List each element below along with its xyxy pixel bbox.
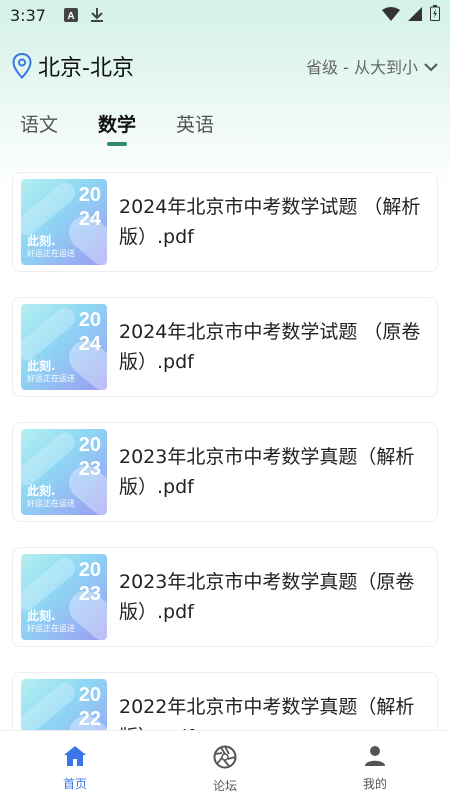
thumbnail-year: 20 23 — [78, 559, 101, 605]
download-icon — [90, 7, 104, 23]
status-time: 3:37 — [10, 5, 46, 25]
sort-label: 省级 - 从大到小 — [306, 58, 418, 77]
tab-chinese[interactable]: 语文 — [20, 110, 58, 150]
tab-label: 英语 — [176, 114, 215, 136]
font-app-notification-icon: A — [63, 8, 78, 22]
nav-item-profile[interactable]: 我的 — [300, 731, 450, 800]
thumbnail-year: 20 24 — [78, 309, 101, 355]
chevron-down-icon — [424, 57, 438, 76]
nav-label: 论坛 — [212, 779, 237, 793]
list-item[interactable]: 20 23 此刻. 好运正在运送 2023年北京市中考数学真题（原卷版）.pdf — [12, 547, 438, 647]
file-thumbnail: 20 24 此刻. 好运正在运送 — [21, 179, 107, 265]
location-header: 北京-北京 省级 - 从大到小 — [0, 46, 450, 86]
nav-item-home[interactable]: 首页 — [0, 731, 150, 800]
thumbnail-slogan: 此刻. — [27, 234, 56, 248]
thumbnail-slogan: 此刻. — [27, 359, 56, 373]
file-thumbnail: 20 23 此刻. 好运正在运送 — [21, 429, 107, 515]
thumbnail-subtext: 好运正在运送 — [27, 624, 75, 633]
aperture-icon — [213, 745, 237, 773]
home-icon — [63, 745, 87, 771]
thumbnail-year: 20 22 — [78, 684, 101, 730]
file-thumbnail: 20 23 此刻. 好运正在运送 — [21, 554, 107, 640]
nav-label: 首页 — [62, 777, 87, 791]
subject-tabs: 语文 数学 英语 — [0, 110, 450, 155]
person-icon — [364, 745, 386, 771]
tab-math[interactable]: 数学 — [98, 110, 136, 150]
wifi-icon — [382, 6, 400, 25]
city-selector[interactable]: 北京-北京 — [38, 50, 134, 82]
tab-label: 数学 — [98, 114, 137, 136]
thumbnail-year: 20 23 — [78, 434, 101, 480]
tab-english[interactable]: 英语 — [176, 110, 214, 150]
list-item[interactable]: 20 23 此刻. 好运正在运送 2023年北京市中考数学真题（解析版）.pdf — [12, 422, 438, 522]
location-pin-icon[interactable] — [12, 53, 32, 79]
thumbnail-subtext: 好运正在运送 — [27, 374, 75, 383]
file-title: 2024年北京市中考数学试题 （原卷版）.pdf — [119, 321, 421, 373]
thumbnail-subtext: 好运正在运送 — [27, 499, 75, 508]
thumbnail-slogan: 此刻. — [27, 484, 56, 498]
nav-item-forum[interactable]: 论坛 — [150, 731, 300, 800]
list-item[interactable]: 20 24 此刻. 好运正在运送 2024年北京市中考数学试题 （解析版）.pdf — [12, 172, 438, 272]
file-title: 2024年北京市中考数学试题 （解析版）.pdf — [119, 196, 421, 248]
list-item[interactable]: 20 24 此刻. 好运正在运送 2024年北京市中考数学试题 （原卷版）.pdf — [12, 297, 438, 397]
file-thumbnail: 20 24 此刻. 好运正在运送 — [21, 304, 107, 390]
battery-icon — [430, 5, 440, 25]
sort-dropdown[interactable]: 省级 - 从大到小 — [306, 54, 438, 78]
file-list: 20 24 此刻. 好运正在运送 2024年北京市中考数学试题 （解析版）.pdf… — [12, 172, 438, 797]
signal-icon — [408, 6, 422, 25]
nav-label: 我的 — [362, 777, 387, 791]
active-tab-indicator — [107, 142, 128, 146]
thumbnail-subtext: 好运正在运送 — [27, 249, 75, 258]
bottom-navigation: 首页 论坛 我的 — [0, 730, 450, 800]
thumbnail-slogan: 此刻. — [27, 609, 56, 623]
tab-label: 语文 — [20, 114, 59, 136]
thumbnail-year: 20 24 — [78, 184, 101, 230]
status-bar: 3:37 A — [0, 0, 450, 30]
file-title: 2023年北京市中考数学真题（解析版）.pdf — [119, 446, 415, 498]
svg-text:A: A — [67, 11, 74, 22]
file-title: 2023年北京市中考数学真题（原卷版）.pdf — [119, 571, 415, 623]
